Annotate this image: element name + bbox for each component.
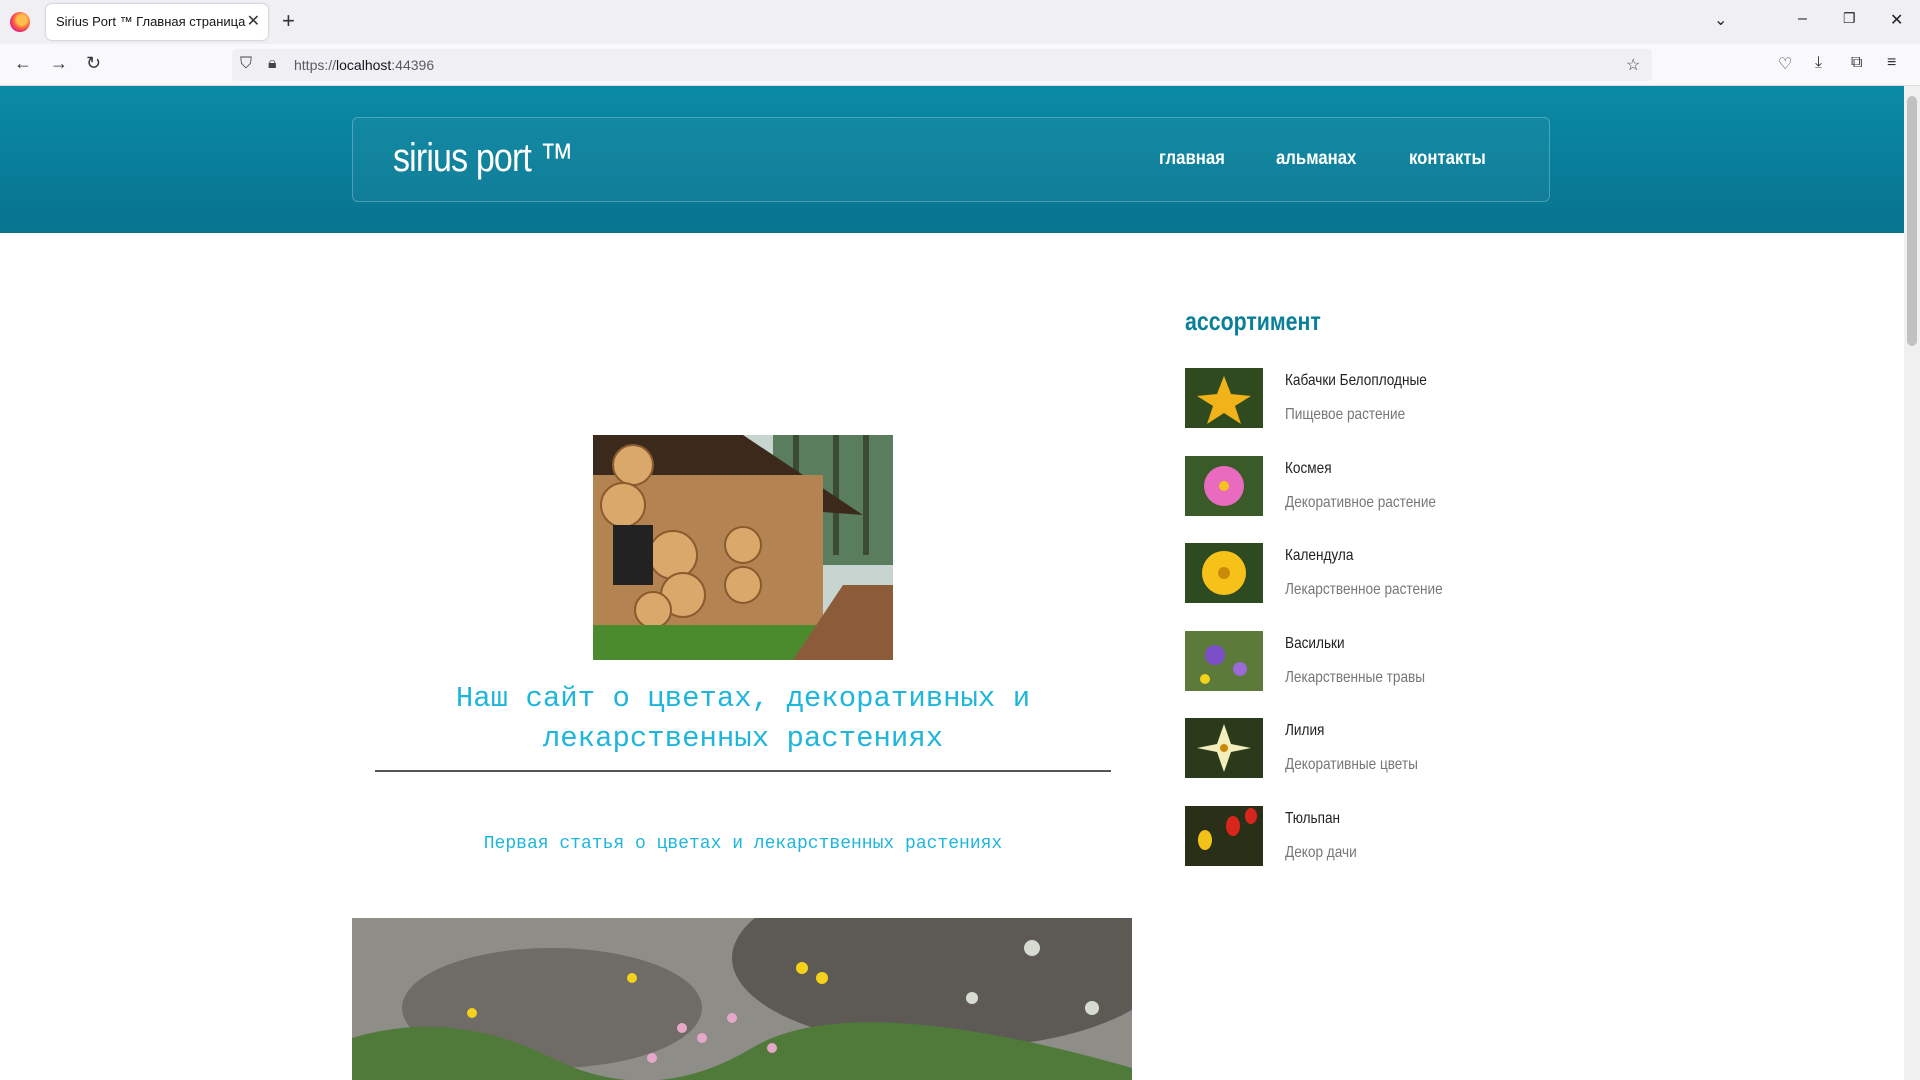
- sidebar-item-name[interactable]: Космея: [1285, 460, 1332, 478]
- tab-list-icon[interactable]: ⌄: [1714, 10, 1727, 30]
- close-window-icon[interactable]: ✕: [1890, 10, 1903, 30]
- shield-icon[interactable]: ⛉: [240, 55, 252, 73]
- firefox-icon[interactable]: [10, 12, 30, 32]
- browser-navbar: ← → ↻ ⛉ 🔒︎ https://localhost:44396 ☆ ♡ ⤓…: [0, 44, 1920, 86]
- pocket-icon[interactable]: ♡: [1778, 54, 1792, 74]
- url-text[interactable]: https://localhost:44396: [294, 57, 434, 73]
- browser-tab[interactable]: Sirius Port ™ Главная страница ✕: [46, 4, 268, 40]
- sidebar-item-calendula[interactable]: Календула Лекарственное растение: [1185, 543, 1585, 603]
- site-header: sirius port ™ главная альманах контакты: [0, 86, 1904, 233]
- sidebar-item-desc: Декор дачи: [1285, 844, 1357, 861]
- cosmea-flower-thumbnail[interactable]: [1185, 456, 1263, 516]
- scrollbar-thumb[interactable]: [1907, 96, 1917, 346]
- nav-link-home[interactable]: главная: [1159, 148, 1225, 170]
- sidebar-item-name[interactable]: Кабачки Белоплодные: [1285, 372, 1427, 390]
- minimize-icon[interactable]: –: [1798, 10, 1807, 28]
- sidebar-item-name[interactable]: Лилия: [1285, 722, 1324, 740]
- sidebar-title: ассортимент: [1185, 306, 1321, 336]
- forward-icon[interactable]: →: [50, 53, 68, 74]
- sidebar-item-desc: Лекарственное растение: [1285, 581, 1443, 598]
- header-box: sirius port ™ главная альманах контакты: [352, 117, 1550, 202]
- bookmark-star-icon[interactable]: ☆: [1626, 55, 1640, 75]
- heading-divider: [375, 770, 1111, 772]
- reload-icon[interactable]: ↻: [86, 53, 101, 74]
- browser-tabbar: Sirius Port ™ Главная страница ✕ + ⌄ – ❐…: [0, 0, 1920, 44]
- url-bar[interactable]: ⛉ 🔒︎ https://localhost:44396 ☆: [232, 49, 1652, 81]
- menu-icon[interactable]: ≡: [1887, 54, 1896, 72]
- calendula-flower-thumbnail[interactable]: [1185, 543, 1263, 603]
- new-tab-button[interactable]: +: [282, 8, 295, 34]
- sidebar-item-tulip[interactable]: Тюльпан Декор дачи: [1185, 806, 1585, 866]
- sidebar-item-cornflowers[interactable]: Васильки Лекарственные травы: [1185, 631, 1585, 691]
- page-viewport: sirius port ™ главная альманах контакты: [0, 86, 1904, 1080]
- nav-link-almanac[interactable]: альманах: [1276, 148, 1356, 170]
- sidebar-item-zucchini[interactable]: Кабачки Белоплодные Пищевое растение: [1185, 368, 1585, 428]
- page-heading: Наш сайт о цветах, декоративных и лекарс…: [455, 682, 1031, 755]
- page-scrollbar[interactable]: [1904, 86, 1920, 1080]
- restore-icon[interactable]: ❐: [1843, 10, 1856, 27]
- tab-close-icon[interactable]: ✕: [247, 11, 260, 31]
- cornflower-thumbnail[interactable]: [1185, 631, 1263, 691]
- zucchini-flower-thumbnail[interactable]: [1185, 368, 1263, 428]
- sidebar-item-name[interactable]: Васильки: [1285, 635, 1345, 653]
- sidebar-item-name[interactable]: Календула: [1285, 547, 1353, 565]
- lily-flower-thumbnail[interactable]: [1185, 718, 1263, 778]
- back-icon[interactable]: ←: [14, 53, 32, 74]
- sidebar-item-desc: Лекарственные травы: [1285, 669, 1426, 686]
- extensions-icon[interactable]: ⧉: [1851, 54, 1862, 72]
- download-icon[interactable]: ⤓: [1815, 54, 1822, 72]
- sidebar-item-name[interactable]: Тюльпан: [1285, 810, 1340, 828]
- tab-title: Sirius Port ™ Главная страница: [56, 14, 246, 29]
- nav-link-contacts[interactable]: контакты: [1409, 148, 1486, 170]
- sidebar-item-desc: Декоративные цветы: [1285, 756, 1418, 773]
- article-title[interactable]: Первая статья о цветах и лекарственных р…: [375, 834, 1111, 854]
- sidebar-item-cosmea[interactable]: Космея Декоративное растение: [1185, 456, 1585, 516]
- log-cabin-image: [593, 435, 893, 660]
- lock-icon[interactable]: 🔒︎: [268, 55, 277, 73]
- sidebar-item-lily[interactable]: Лилия Декоративные цветы: [1185, 718, 1585, 778]
- tulip-flower-thumbnail[interactable]: [1185, 806, 1263, 866]
- rock-flowers-photo: [352, 918, 1132, 1080]
- sidebar-item-desc: Пищевое растение: [1285, 406, 1406, 423]
- sidebar-item-desc: Декоративное растение: [1285, 494, 1436, 511]
- site-logo[interactable]: sirius port ™: [393, 136, 574, 181]
